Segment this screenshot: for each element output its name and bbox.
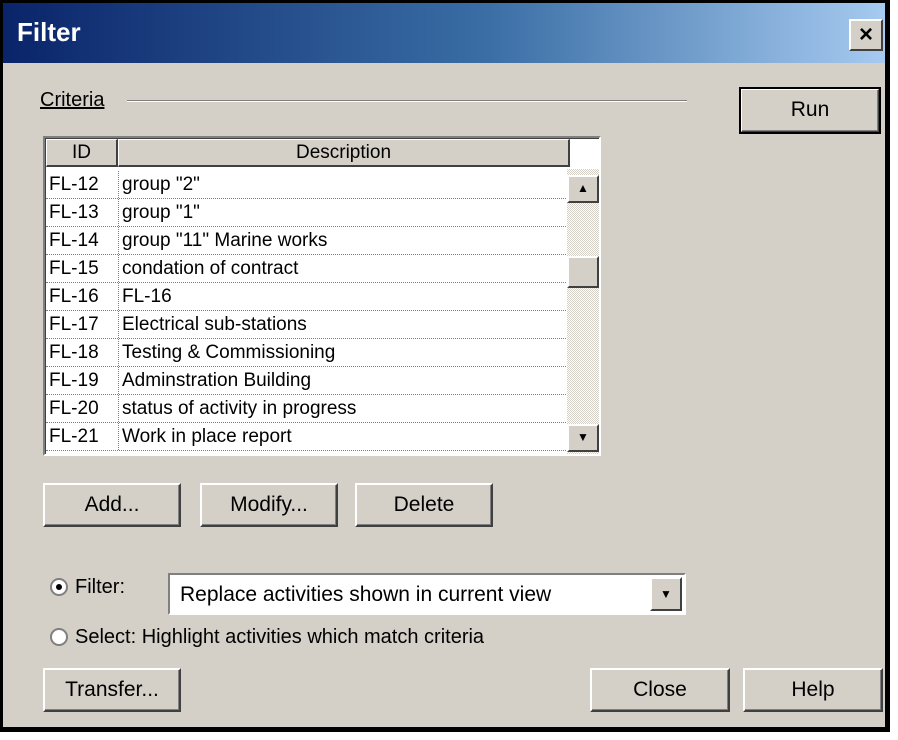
chevron-down-icon[interactable]: ▼ xyxy=(650,577,682,611)
table-row[interactable]: FL-15 condation of contract xyxy=(46,255,570,283)
table-row[interactable]: FL-16 FL-16 xyxy=(46,283,570,311)
scroll-thumb[interactable] xyxy=(567,256,599,288)
delete-button[interactable]: Delete xyxy=(355,483,493,527)
table-row[interactable]: FL-12 group "2" xyxy=(46,171,570,199)
row-id: FL-20 xyxy=(49,398,99,419)
filter-mode-value: Replace activities shown in current view xyxy=(180,583,552,606)
scroll-up-icon[interactable]: ▲ xyxy=(567,175,599,203)
table-row[interactable]: FL-14 group "11" Marine works xyxy=(46,227,570,255)
row-description: group "11" Marine works xyxy=(118,227,327,254)
row-description: group "1" xyxy=(118,199,200,226)
row-id: FL-21 xyxy=(49,426,99,447)
row-id: FL-16 xyxy=(49,286,99,307)
scroll-down-icon[interactable]: ▼ xyxy=(567,424,599,452)
column-header-id[interactable]: ID xyxy=(46,139,118,167)
run-button[interactable]: Run xyxy=(739,87,881,134)
row-description: Testing & Commissioning xyxy=(118,339,335,366)
dialog-title: Filter xyxy=(17,17,81,47)
title-bar[interactable]: Filter × xyxy=(3,3,885,63)
row-id: FL-13 xyxy=(49,202,99,223)
row-id: FL-19 xyxy=(49,370,99,391)
filter-dialog: Filter × Criteria Run ID Description FL-… xyxy=(0,0,890,732)
row-description: condation of contract xyxy=(118,255,298,282)
table-row[interactable]: FL-19 Adminstration Building xyxy=(46,367,570,395)
select-label: Select: Highlight activities which match… xyxy=(75,626,485,648)
modify-button[interactable]: Modify... xyxy=(200,483,338,527)
row-id: FL-17 xyxy=(49,314,99,335)
table-row[interactable]: FL-20 status of activity in progress xyxy=(46,395,570,423)
row-description: Adminstration Building xyxy=(118,367,311,394)
row-id: FL-12 xyxy=(49,174,99,195)
filter-mode-dropdown[interactable]: Replace activities shown in current view… xyxy=(168,573,686,615)
row-id: FL-14 xyxy=(49,230,99,251)
help-button[interactable]: Help xyxy=(743,668,883,712)
table-row[interactable]: FL-13 group "1" xyxy=(46,199,570,227)
criteria-group-label: Criteria xyxy=(40,89,104,112)
select-radio[interactable] xyxy=(50,628,68,646)
table-row[interactable]: FL-17 Electrical sub-stations xyxy=(46,311,570,339)
vertical-scrollbar[interactable]: ▲ ▼ xyxy=(567,169,599,454)
group-divider xyxy=(127,100,687,102)
row-description: Electrical sub-stations xyxy=(118,311,307,338)
row-description: Work in place report xyxy=(118,423,292,450)
row-description: status of activity in progress xyxy=(118,395,356,422)
criteria-label: Criteria xyxy=(40,89,105,111)
criteria-list[interactable]: ID Description FL-12 group "2" FL-13 gro… xyxy=(43,136,601,456)
close-icon[interactable]: × xyxy=(849,19,883,51)
row-description: FL-16 xyxy=(118,283,172,310)
add-button[interactable]: Add... xyxy=(43,483,181,527)
close-button[interactable]: Close xyxy=(590,668,730,712)
row-description: group "2" xyxy=(118,171,200,198)
row-id: FL-18 xyxy=(49,342,99,363)
filter-label: Filter: xyxy=(75,576,125,598)
transfer-button[interactable]: Transfer... xyxy=(43,668,181,712)
table-row[interactable]: FL-18 Testing & Commissioning xyxy=(46,339,570,367)
table-row[interactable]: FL-21 Work in place report xyxy=(46,423,570,451)
row-id: FL-15 xyxy=(49,258,99,279)
filter-radio[interactable] xyxy=(50,578,68,596)
column-header-description[interactable]: Description xyxy=(118,139,570,167)
